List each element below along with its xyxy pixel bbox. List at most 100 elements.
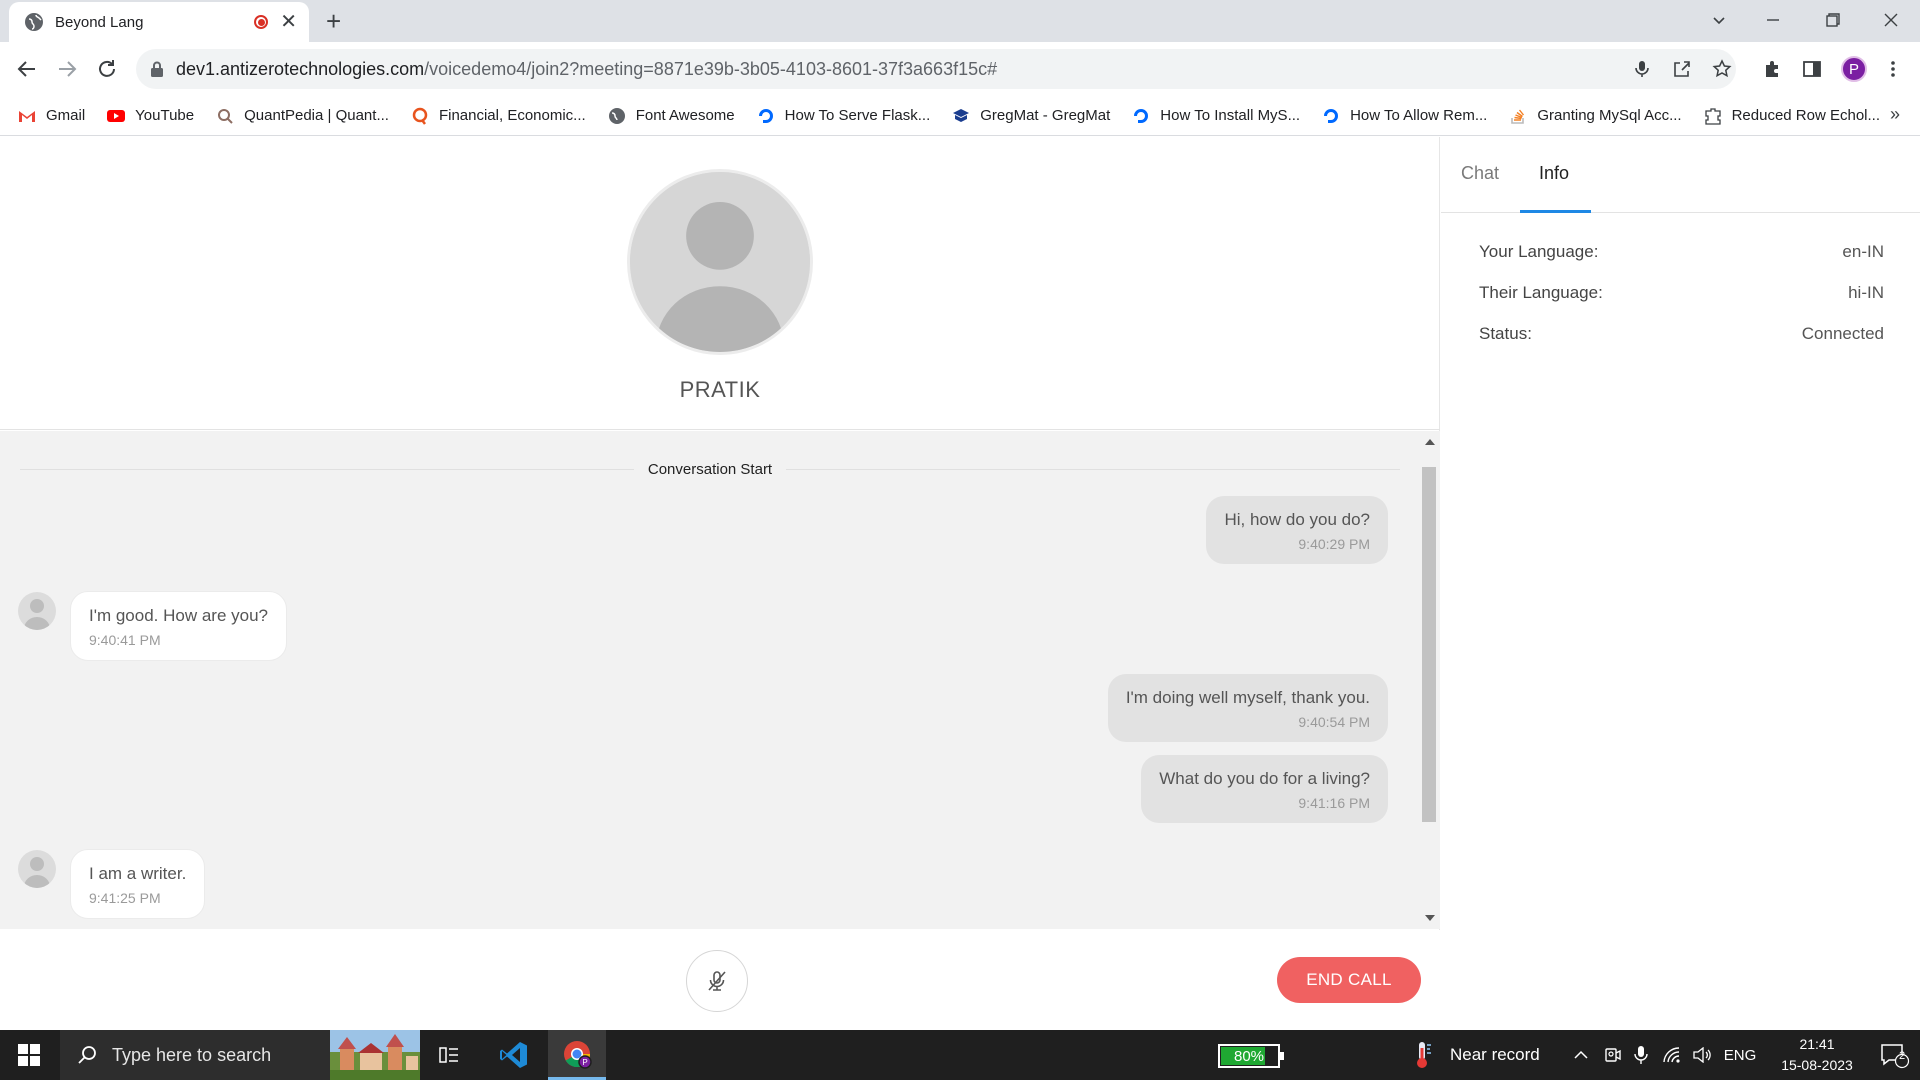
search-highlight-castle-icon (330, 1030, 420, 1080)
message-time: 9:41:25 PM (89, 890, 161, 906)
bookmark-item[interactable]: Financial, Economic... (411, 107, 586, 125)
message-text: What do you do for a living? (1159, 769, 1370, 788)
bookmark-item[interactable]: How To Serve Flask... (757, 107, 931, 125)
bookmarks-bar: Gmail YouTube QuantPedia | Quant... Fina… (0, 96, 1920, 136)
scrollbar-thumb[interactable] (1422, 467, 1436, 822)
chrome-taskbar-icon[interactable]: P (548, 1030, 606, 1080)
tab-chat[interactable]: Chat (1461, 163, 1499, 184)
bookmarks-overflow-button[interactable]: » (1890, 104, 1900, 125)
browser-tab[interactable]: Beyond Lang ✕ (9, 2, 309, 42)
quandl-icon (411, 107, 429, 125)
scroll-up-arrow-icon[interactable] (1425, 439, 1435, 445)
restore-icon[interactable] (1804, 0, 1862, 40)
back-arrow-icon[interactable] (12, 54, 42, 84)
app-root: PRATIK Conversation Start Hi, how do you… (0, 137, 1920, 1030)
gregmat-icon (952, 107, 970, 125)
end-call-button[interactable]: END CALL (1277, 957, 1421, 1003)
task-view-icon[interactable] (420, 1030, 478, 1080)
bookmark-item[interactable]: Gmail (18, 107, 85, 125)
puzzle-icon (1704, 107, 1722, 125)
search-placeholder: Type here to search (112, 1044, 272, 1065)
new-tab-button[interactable]: + (326, 8, 341, 34)
message-time: 9:41:16 PM (1298, 795, 1370, 811)
conversation-start-label: Conversation Start (633, 461, 787, 478)
window-close-icon[interactable] (1862, 0, 1920, 40)
message-time: 9:40:41 PM (89, 632, 161, 648)
reload-icon[interactable] (92, 54, 122, 84)
tab-close-icon[interactable]: ✕ (280, 12, 297, 32)
message-outgoing: What do you do for a living? 9:41:16 PM (1141, 755, 1388, 823)
show-hidden-icons-chevron-icon[interactable] (1568, 1030, 1594, 1080)
message-text: I'm doing well myself, thank you. (1125, 688, 1370, 707)
search-icon (78, 1046, 96, 1064)
input-language[interactable]: ENG (1722, 1030, 1758, 1080)
bookmark-label: How To Allow Rem... (1350, 107, 1488, 124)
info-row-their-language: Their Language: hi-IN (1479, 283, 1884, 303)
side-panel-icon[interactable] (1799, 56, 1825, 82)
bookmark-label: QuantPedia | Quant... (244, 107, 389, 124)
microphone-in-use-icon[interactable] (1628, 1030, 1654, 1080)
bookmark-item[interactable]: Reduced Row Echol... (1704, 107, 1880, 125)
bookmark-label: Gmail (46, 107, 86, 124)
conversation-area[interactable]: Conversation Start Hi, how do you do? 9:… (0, 431, 1440, 929)
bookmark-item[interactable]: YouTube (107, 107, 194, 125)
peer-name: PRATIK (679, 377, 761, 402)
globe-icon (608, 107, 626, 125)
weather-text: Near record (1450, 1045, 1540, 1064)
message-incoming: I'm good. How are you? 9:40:41 PM (70, 591, 288, 661)
notification-center-icon[interactable]: 2 (1868, 1030, 1920, 1080)
bookmark-label: Financial, Economic... (438, 107, 586, 124)
digitalocean-icon (757, 107, 775, 125)
info-label: Your Language: (1479, 242, 1599, 261)
address-bar[interactable]: dev1.antizerotechnologies.com /voicedemo… (136, 49, 1736, 89)
browser-toolbar: dev1.antizerotechnologies.com /voicedemo… (0, 42, 1920, 96)
conversation-scrollbar[interactable] (1420, 431, 1438, 929)
bookmark-star-icon[interactable] (1709, 56, 1735, 82)
bookmark-item[interactable]: QuantPedia | Quant... (216, 107, 389, 125)
microphone-icon[interactable] (1629, 56, 1655, 82)
vscode-icon[interactable] (485, 1030, 543, 1080)
scroll-down-arrow-icon[interactable] (1425, 915, 1435, 921)
browser-menu-icon[interactable] (1880, 56, 1906, 82)
windows-start-icon[interactable] (0, 1030, 58, 1080)
forward-arrow-icon[interactable] (52, 54, 82, 84)
windows-taskbar: Type here to search P 80% Near record EN… (0, 1030, 1920, 1080)
info-label: Status: (1479, 324, 1532, 343)
globe-icon (25, 13, 43, 31)
system-clock[interactable]: 21:41 15-08-2023 (1762, 1034, 1872, 1076)
message-outgoing: I'm doing well myself, thank you. 9:40:5… (1107, 674, 1388, 742)
call-panel: PRATIK Conversation Start Hi, how do you… (0, 137, 1440, 1030)
bookmark-item[interactable]: Font Awesome (608, 107, 735, 125)
tab-search-icon[interactable] (1690, 0, 1748, 40)
bookmark-item[interactable]: GregMat - GregMat (952, 107, 1110, 125)
thermometer-icon (1417, 1042, 1431, 1068)
bookmark-item[interactable]: How To Install MyS... (1132, 107, 1300, 125)
profile-avatar[interactable]: P (1841, 56, 1867, 82)
battery-indicator[interactable]: 80% (1218, 1044, 1284, 1068)
browser-tab-strip: Beyond Lang ✕ + (0, 0, 1920, 42)
bookmark-item[interactable]: Granting MySql Acc... (1509, 107, 1682, 125)
tab-info[interactable]: Info (1539, 163, 1569, 184)
taskbar-search-box[interactable]: Type here to search (60, 1030, 420, 1080)
info-value: hi-IN (1848, 283, 1884, 302)
digitalocean-icon (1132, 107, 1150, 125)
share-icon[interactable] (1669, 56, 1695, 82)
speaker-volume-icon[interactable] (1688, 1030, 1716, 1080)
bookmark-item[interactable]: How To Allow Rem... (1322, 107, 1487, 125)
active-tab-indicator (1520, 210, 1591, 213)
bookmark-label: Font Awesome (635, 107, 735, 124)
bookmark-label: GregMat - GregMat (980, 107, 1111, 124)
sender-avatar (18, 850, 56, 888)
info-row-your-language: Your Language: en-IN (1479, 242, 1884, 262)
extensions-puzzle-icon[interactable] (1759, 56, 1785, 82)
youtube-icon (107, 107, 126, 125)
bookmark-label: How To Serve Flask... (784, 107, 931, 124)
wifi-icon[interactable] (1658, 1030, 1686, 1080)
meet-now-camera-icon[interactable] (1600, 1030, 1626, 1080)
svg-text:P: P (582, 1058, 587, 1067)
stackoverflow-icon (1509, 107, 1527, 125)
weather-widget[interactable]: Near record (1410, 1030, 1540, 1080)
minimize-icon[interactable] (1744, 0, 1802, 40)
mute-microphone-button[interactable] (686, 950, 748, 1012)
message-text: I'm good. How are you? (89, 606, 269, 625)
